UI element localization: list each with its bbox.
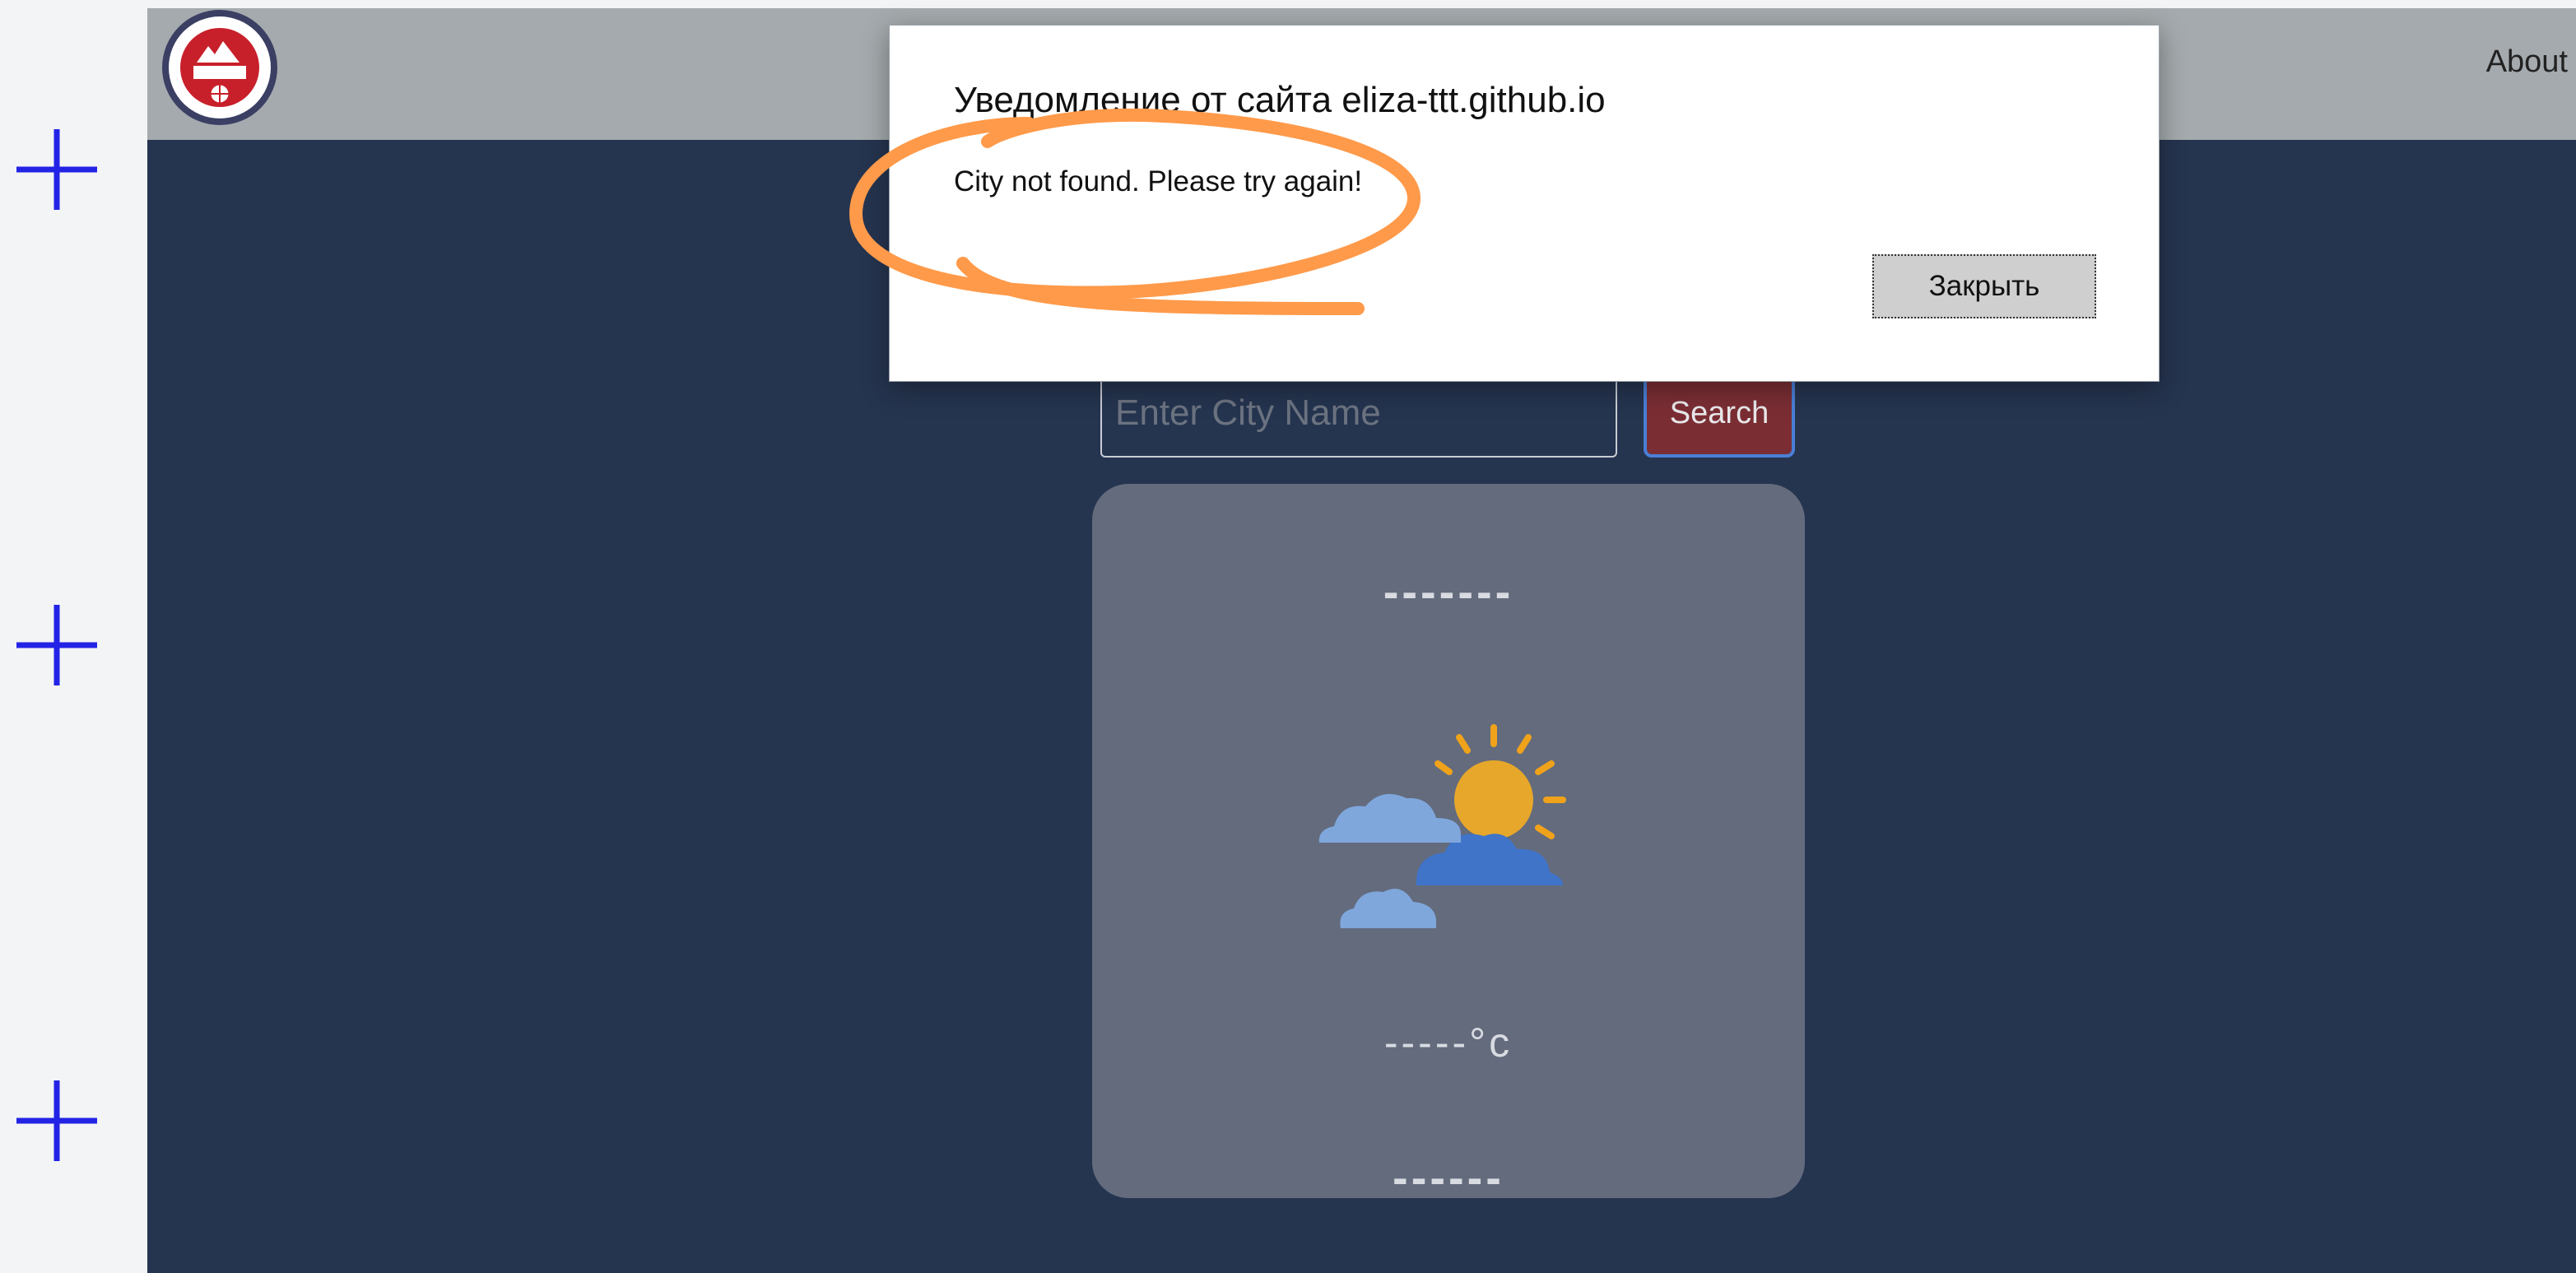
search-button[interactable]: Search <box>1644 369 1795 458</box>
close-button[interactable]: Закрыть <box>1872 254 2096 318</box>
plus-icon[interactable] <box>15 603 99 687</box>
temperature-display: -----°c <box>1383 1020 1514 1066</box>
city-search-input[interactable] <box>1100 369 1617 458</box>
plus-icon[interactable] <box>15 1079 99 1163</box>
nav-about-link[interactable]: About <box>2486 44 2568 80</box>
weather-description: ------ <box>1393 1151 1504 1203</box>
left-gutter <box>0 0 147 1273</box>
partly-cloudy-icon <box>1316 721 1579 943</box>
plus-icon[interactable] <box>15 128 99 211</box>
city-name: ------- <box>1383 565 1514 617</box>
weather-card: ------- -----°c ------ <box>1092 484 1805 1203</box>
university-logo[interactable] <box>160 8 279 127</box>
dialog-message: City not found. Please try again! <box>954 165 1363 197</box>
dialog-title: Уведомление от сайта eliza-ttt.github.io <box>954 80 1606 120</box>
alert-dialog: Уведомление от сайта eliza-ttt.github.io… <box>889 25 2160 382</box>
